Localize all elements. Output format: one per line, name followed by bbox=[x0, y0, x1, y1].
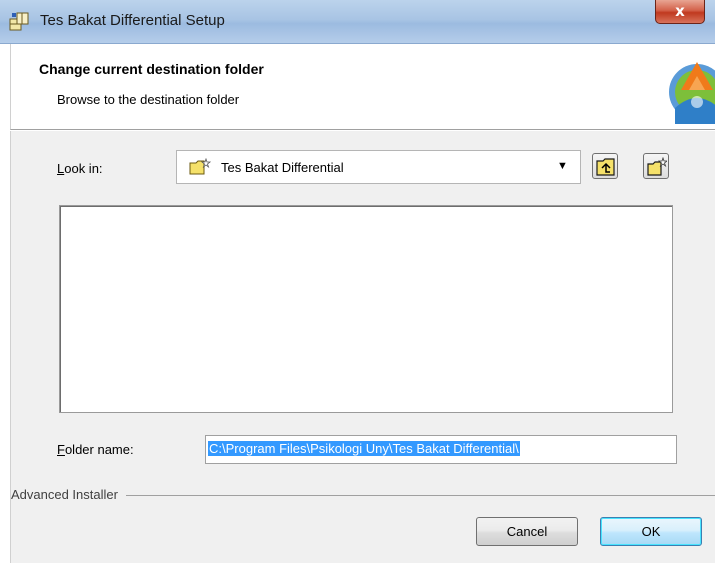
setup-dialog: Tes Bakat Differential Setup x Change cu… bbox=[0, 0, 715, 563]
folder-up-button[interactable] bbox=[592, 153, 618, 179]
folder-up-icon bbox=[596, 158, 615, 176]
window-title: Tes Bakat Differential Setup bbox=[40, 12, 225, 29]
brand-separator: Advanced Installer bbox=[11, 487, 715, 503]
close-icon: x bbox=[675, 2, 685, 20]
new-folder-icon bbox=[189, 158, 211, 175]
new-folder-button[interactable] bbox=[643, 153, 669, 179]
folder-list[interactable] bbox=[59, 205, 673, 413]
ok-button[interactable]: OK bbox=[600, 517, 702, 546]
look-in-selected: Tes Bakat Differential bbox=[221, 160, 344, 175]
page-subtitle: Browse to the destination folder bbox=[57, 92, 240, 107]
folder-name-accel: F bbox=[57, 442, 65, 457]
folder-name-label-text: older name: bbox=[64, 442, 134, 457]
folder-name-input[interactable]: C:\Program Files\Psikologi Uny\Tes Bakat… bbox=[205, 435, 677, 464]
new-folder-icon bbox=[647, 157, 667, 176]
look-in-label: Look in: bbox=[57, 161, 103, 176]
title-bar[interactable]: Tes Bakat Differential Setup x bbox=[0, 0, 715, 44]
header-banner: Change current destination folder Browse… bbox=[10, 44, 715, 130]
folder-name-label: Folder name: bbox=[57, 442, 134, 457]
look-in-dropdown[interactable]: Tes Bakat Differential ▼ bbox=[176, 150, 581, 184]
setup-icon bbox=[9, 12, 29, 31]
installer-logo-icon bbox=[669, 62, 715, 124]
look-in-label-text: ook in: bbox=[64, 161, 103, 176]
dialog-body: Look in: Tes Bakat Differential ▼ Folder… bbox=[10, 131, 715, 563]
brand-label: Advanced Installer bbox=[11, 487, 126, 502]
close-button[interactable]: x bbox=[655, 0, 705, 24]
folder-name-value: C:\Program Files\Psikologi Uny\Tes Bakat… bbox=[208, 441, 520, 456]
cancel-button[interactable]: Cancel bbox=[476, 517, 578, 546]
chevron-down-icon[interactable]: ▼ bbox=[557, 160, 568, 172]
page-title: Change current destination folder bbox=[39, 61, 264, 77]
